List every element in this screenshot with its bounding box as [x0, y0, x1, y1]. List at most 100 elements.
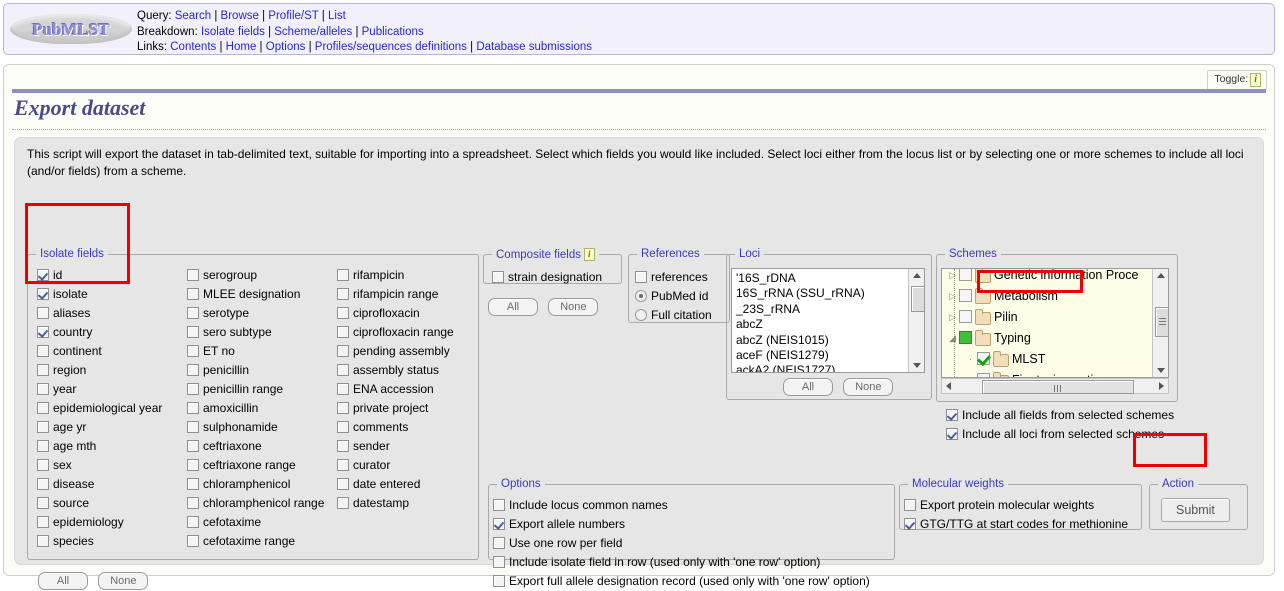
toggle-control[interactable]: Toggle: i — [1207, 70, 1267, 90]
checkbox-serogroup[interactable] — [187, 269, 199, 281]
checkbox-country[interactable] — [37, 326, 49, 338]
checkbox-row-gtg-ttg-start-codes[interactable]: GTG/TTG at start codes for methionine — [904, 515, 1128, 534]
checkbox-continent[interactable] — [37, 345, 49, 357]
checkbox-row-species[interactable]: species — [37, 532, 187, 551]
checkbox-cefotaxime-range[interactable] — [187, 535, 199, 547]
checkbox-row-penicillin-range[interactable]: penicillin range — [187, 380, 347, 399]
loci-option[interactable]: ackA2 (NEIS1727) — [732, 363, 907, 372]
checkbox-row-region[interactable]: region — [37, 361, 187, 380]
checkbox-include-all-fields[interactable] — [946, 409, 958, 421]
checkbox-row-isolate[interactable]: isolate — [37, 285, 187, 304]
chevron-right-icon[interactable] — [1159, 382, 1164, 390]
checkbox-row-country[interactable]: country — [37, 323, 187, 342]
tree-node-finetyping-antigens[interactable]: ·Finetyping antigens — [942, 370, 1168, 377]
checkbox-row-epidemiological-year[interactable]: epidemiological year — [37, 399, 187, 418]
checkbox-ena-accession[interactable] — [337, 383, 349, 395]
checkbox-pending-assembly[interactable] — [337, 345, 349, 357]
checkbox-ciprofloxacin[interactable] — [337, 307, 349, 319]
checkbox-row-strain-designation[interactable]: strain designation — [492, 268, 602, 287]
checkbox-row-use-one-row-per-field[interactable]: Use one row per field — [493, 534, 870, 553]
nav-link-profile-st[interactable]: Profile/ST — [268, 10, 318, 22]
checkbox-use-one-row-per-field[interactable] — [493, 537, 505, 549]
checkbox-row-amoxicillin[interactable]: amoxicillin — [187, 399, 347, 418]
checkbox-chloramphenicol[interactable] — [187, 478, 199, 490]
checkbox-row-et-no[interactable]: ET no — [187, 342, 347, 361]
isolate-fields-all-button[interactable]: All — [38, 572, 88, 590]
loci-all-button[interactable]: All — [783, 378, 833, 396]
nav-link-isolate-fields[interactable]: Isolate fields — [201, 26, 265, 38]
nav-link-scheme-alleles[interactable]: Scheme/alleles — [274, 26, 352, 38]
loci-scroll-up-arrow[interactable] — [909, 269, 924, 284]
checkbox-row-pending-assembly[interactable]: pending assembly — [337, 342, 487, 361]
tree-checkbox-pilin[interactable] — [959, 310, 972, 323]
tree-node-metabolism[interactable]: ▷ Metabolism — [942, 286, 1168, 307]
checkbox-rifampicin-range[interactable] — [337, 288, 349, 300]
info-icon-composite[interactable]: i — [584, 248, 595, 261]
submit-button[interactable]: Submit — [1161, 498, 1230, 522]
checkbox-mlee-designation[interactable] — [187, 288, 199, 300]
checkbox-assembly-status[interactable] — [337, 364, 349, 376]
nav-link-list[interactable]: List — [328, 10, 346, 22]
loci-scrollbar[interactable] — [908, 269, 924, 372]
schemes-scroll-down-arrow[interactable] — [1153, 362, 1168, 377]
checkbox-epidemiological-year[interactable] — [37, 402, 49, 414]
checkbox-row-aliases[interactable]: aliases — [37, 304, 187, 323]
checkbox-cefotaxime[interactable] — [187, 516, 199, 528]
checkbox-penicillin-range[interactable] — [187, 383, 199, 395]
checkbox-include-all-loci[interactable] — [946, 428, 958, 440]
checkbox-date-entered[interactable] — [337, 478, 349, 490]
checkbox-row-ceftriaxone-range[interactable]: ceftriaxone range — [187, 456, 347, 475]
checkbox-sulphonamide[interactable] — [187, 421, 199, 433]
checkbox-include-isolate-field-in-row[interactable] — [493, 556, 505, 568]
radio-pubmed-id[interactable] — [635, 290, 647, 302]
isolate-fields-none-button[interactable]: None — [98, 572, 149, 590]
loci-scroll-down-arrow[interactable] — [909, 357, 924, 372]
nav-link-contents[interactable]: Contents — [170, 41, 216, 53]
checkbox-et-no[interactable] — [187, 345, 199, 357]
checkbox-row-export-full-allele-designation-record[interactable]: Export full allele designation record (u… — [493, 572, 870, 591]
checkbox-row-id[interactable]: id — [37, 266, 187, 285]
schemes-scrollbar[interactable] — [1152, 269, 1168, 377]
checkbox-row-age-yr[interactable]: age yr — [37, 418, 187, 437]
nav-link-search[interactable]: Search — [175, 10, 211, 22]
checkbox-row-include-all-loci[interactable]: Include all loci from selected schemes — [946, 425, 1174, 444]
checkbox-row-sex[interactable]: sex — [37, 456, 187, 475]
checkbox-amoxicillin[interactable] — [187, 402, 199, 414]
checkbox-row-curator[interactable]: curator — [337, 456, 487, 475]
tree-node-pilin[interactable]: ▷ Pilin — [942, 307, 1168, 328]
checkbox-row-age-mth[interactable]: age mth — [37, 437, 187, 456]
checkbox-row-assembly-status[interactable]: assembly status — [337, 361, 487, 380]
checkbox-species[interactable] — [37, 535, 49, 547]
info-icon[interactable]: i — [1250, 73, 1261, 87]
checkbox-row-mlee-designation[interactable]: MLEE designation — [187, 285, 347, 304]
nav-link-publications[interactable]: Publications — [362, 26, 424, 38]
checkbox-source[interactable] — [37, 497, 49, 509]
nav-link-browse[interactable]: Browse — [221, 10, 259, 22]
checkbox-row-chloramphenicol[interactable]: chloramphenicol — [187, 475, 347, 494]
checkbox-row-sender[interactable]: sender — [337, 437, 487, 456]
tree-checkbox-metabolism[interactable] — [959, 289, 972, 302]
checkbox-row-datestamp[interactable]: datestamp — [337, 494, 487, 513]
checkbox-export-full-allele-designation-record[interactable] — [493, 575, 505, 587]
checkbox-row-export-protein-molecular-weights[interactable]: Export protein molecular weights — [904, 496, 1128, 515]
radio-row-pubmed-id[interactable]: PubMed id — [635, 287, 712, 306]
loci-scroll-thumb[interactable] — [911, 286, 924, 312]
checkbox-row-ceftriaxone[interactable]: ceftriaxone — [187, 437, 347, 456]
checkbox-sex[interactable] — [37, 459, 49, 471]
loci-option[interactable]: abcZ (NEIS1015) — [732, 333, 907, 348]
chevron-left-icon[interactable] — [946, 382, 951, 390]
checkbox-serotype[interactable] — [187, 307, 199, 319]
checkbox-curator[interactable] — [337, 459, 349, 471]
composite-fields-none-button[interactable]: None — [548, 298, 599, 316]
checkbox-datestamp[interactable] — [337, 497, 349, 509]
checkbox-rifampicin[interactable] — [337, 269, 349, 281]
tree-checkbox-mlst[interactable] — [977, 352, 990, 365]
checkbox-row-serogroup[interactable]: serogroup — [187, 266, 347, 285]
nav-link-database-submissions[interactable]: Database submissions — [476, 41, 592, 53]
nav-link-options[interactable]: Options — [266, 41, 306, 53]
checkbox-row-private-project[interactable]: private project — [337, 399, 487, 418]
chevron-right-icon[interactable]: ▷ — [946, 269, 959, 286]
checkbox-sender[interactable] — [337, 440, 349, 452]
loci-option[interactable]: 16S_rRNA (SSU_rRNA) — [732, 286, 907, 301]
checkbox-export-allele-numbers[interactable] — [493, 518, 505, 530]
